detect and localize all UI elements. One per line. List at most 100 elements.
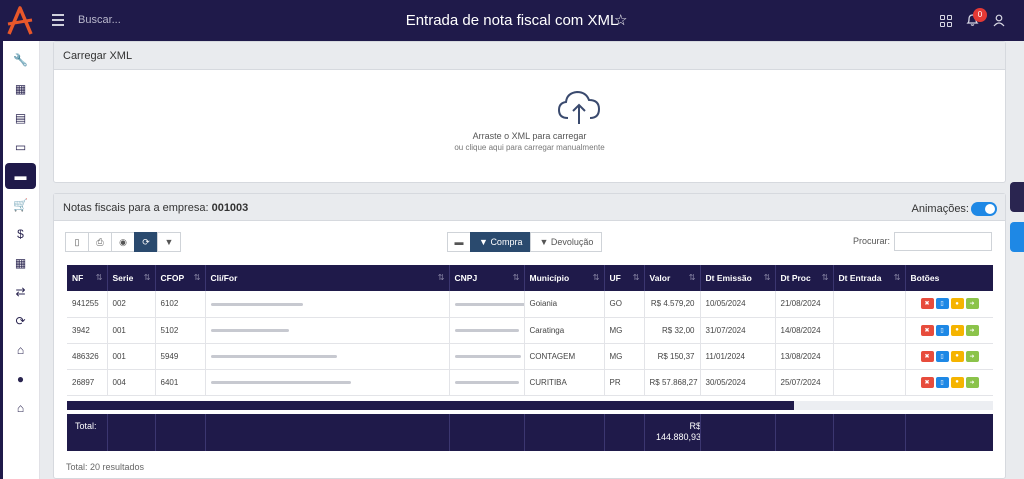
column-header[interactable]: UF ⇅	[604, 265, 645, 291]
user-profile-icon[interactable]	[993, 14, 1005, 27]
sidebar-item-briefcase[interactable]: ▬	[5, 163, 36, 189]
cell-proc: 13/08/2024	[775, 343, 834, 370]
top-bar: Entrada de nota fiscal com XML ☆ 0	[0, 0, 1024, 41]
cell-uf: PR	[604, 369, 645, 396]
refresh-icon: ⟳	[142, 236, 150, 247]
animations-label: Animações:	[911, 203, 969, 215]
sidebar-item-cart[interactable]: 🛒	[5, 192, 36, 218]
cell-entrada	[833, 343, 906, 370]
notes-panel-title: Notas fiscais para a empresa:	[63, 202, 212, 214]
table-row[interactable]: 486326 001 5949 CONTAGEM MG R$ 150,37 11/01/20…	[67, 343, 993, 370]
column-header[interactable]: Cli/For ⇅	[205, 265, 450, 291]
delete-button[interactable]: ✖	[920, 298, 934, 310]
favorite-star-icon[interactable]: ☆	[614, 11, 627, 29]
forward-button[interactable]: ➜	[965, 350, 979, 362]
side-panel-toggle-secondary[interactable]	[1010, 222, 1024, 252]
column-header[interactable]: Dt Entrada ⇅	[833, 265, 906, 291]
sidebar-item-table[interactable]: ▦	[5, 250, 36, 276]
sort-icon: ⇅	[512, 273, 520, 282]
print-button[interactable]: ⎙	[88, 232, 112, 252]
shuffle-icon: ⇄	[15, 285, 26, 299]
refresh-button[interactable]: ⟳	[134, 232, 158, 252]
cell-nf: 3942	[67, 317, 108, 344]
table-row[interactable]: 941255 002 6102 Goiania GO R$ 4.579,20 10/05/2…	[67, 291, 993, 318]
side-panel-toggle[interactable]	[1010, 182, 1024, 212]
column-header[interactable]: NF ⇅	[67, 265, 108, 291]
sort-icon: ⇅	[95, 273, 103, 282]
cell-emissao: 11/01/2024	[700, 343, 776, 370]
sidebar-item-shuffle[interactable]: ⇄	[5, 279, 36, 305]
table-total-row: Total: R$ 144.880,93	[67, 414, 993, 451]
column-header[interactable]: Município ⇅	[524, 265, 605, 291]
forward-button[interactable]: ➜	[965, 324, 979, 336]
cart-icon: 🛒	[13, 198, 28, 212]
table-search-input[interactable]	[894, 232, 992, 251]
document-button[interactable]: ▯	[935, 298, 949, 310]
global-search-input[interactable]	[78, 11, 278, 29]
sidebar: 🔧 ▦ ▤ ▭ ▬ 🛒 $ ▦ ⇄ ⟳ ⌂ ● ⌂	[0, 41, 40, 479]
column-header[interactable]: Valor ⇅	[644, 265, 701, 291]
sidebar-item-home[interactable]: ⌂	[5, 395, 36, 421]
cell-emissao: 31/07/2024	[700, 317, 776, 344]
document-button[interactable]: ▯	[935, 324, 949, 336]
table-horizontal-scrollbar[interactable]	[67, 401, 993, 410]
compra-filter-button[interactable]: ▼ Compra	[470, 232, 532, 252]
truck-button[interactable]: ▬	[447, 232, 471, 252]
delete-button[interactable]: ✖	[920, 350, 934, 362]
column-header[interactable]: CNPJ ⇅	[449, 265, 525, 291]
devolucao-filter-button[interactable]: ▼ Devolução	[530, 232, 603, 252]
filter-button[interactable]: ▼	[157, 232, 181, 252]
sidebar-item-dollar[interactable]: $	[5, 221, 36, 247]
type-filter-group: ▬ ▼ Compra ▼ Devolução	[447, 232, 603, 252]
column-header[interactable]: CFOP ⇅	[155, 265, 206, 291]
home-icon: ⌂	[16, 401, 25, 415]
cell-proc: 14/08/2024	[775, 317, 834, 344]
cell-cnpj	[449, 369, 525, 396]
column-header[interactable]: Dt Emissão ⇅	[700, 265, 776, 291]
sidebar-item-wrench[interactable]: 🔧	[5, 47, 36, 73]
sort-icon: ⇅	[821, 273, 829, 282]
cell-nf: 26897	[67, 369, 108, 396]
cell-actions: ✖ ▯ ● ➜	[905, 343, 993, 370]
cell-cli-for	[205, 317, 450, 344]
forward-button[interactable]: ➜	[965, 376, 979, 388]
dropzone-subtext[interactable]: ou clique aqui para carregar manualmente	[54, 143, 1005, 152]
export-button[interactable]: ▯	[65, 232, 89, 252]
sidebar-item-money[interactable]: ▭	[5, 134, 36, 160]
apps-grid-icon[interactable]	[940, 15, 952, 27]
xml-dropzone[interactable]: Arraste o XML para carregar ou clique aq…	[54, 70, 1005, 182]
view-button[interactable]: ◉	[111, 232, 135, 252]
forward-button[interactable]: ➜	[965, 298, 979, 310]
cell-serie: 001	[107, 317, 156, 344]
column-header[interactable]: Botões	[905, 265, 993, 291]
sidebar-item-user[interactable]: ●	[5, 366, 36, 392]
info-button[interactable]: ●	[950, 376, 964, 388]
sort-icon: ⇅	[437, 273, 445, 282]
sort-icon: ⇅	[632, 273, 640, 282]
table-search-label: Procurar:	[853, 236, 891, 246]
info-button[interactable]: ●	[950, 298, 964, 310]
sidebar-item-basket[interactable]: ⌂	[5, 337, 36, 363]
column-header[interactable]: Dt Proc ⇅	[775, 265, 834, 291]
cloud-upload-icon	[557, 90, 601, 124]
delete-button[interactable]: ✖	[920, 376, 934, 388]
wrench-icon: 🔧	[13, 53, 28, 67]
document-button[interactable]: ▯	[935, 376, 949, 388]
document-button[interactable]: ▯	[935, 350, 949, 362]
page-title: Entrada de nota fiscal com XML	[405, 12, 619, 29]
delete-button[interactable]: ✖	[920, 324, 934, 336]
hamburger-menu-icon[interactable]	[52, 14, 64, 26]
calculator-icon: ▦	[14, 82, 27, 96]
column-header[interactable]: Serie ⇅	[107, 265, 156, 291]
upload-xml-panel: Carregar XML Arraste o XML para carregar…	[53, 41, 1006, 183]
cell-cli-for	[205, 343, 450, 370]
animations-toggle[interactable]	[971, 202, 997, 216]
table-row[interactable]: 26897 004 6401 CURITIBA PR R$ 57.868,27 30/05/…	[67, 369, 993, 396]
sidebar-item-calculator[interactable]: ▦	[5, 76, 36, 102]
app-logo[interactable]	[0, 0, 40, 41]
sidebar-item-book[interactable]: ▤	[5, 105, 36, 131]
info-button[interactable]: ●	[950, 350, 964, 362]
table-row[interactable]: 3942 001 5102 Caratinga MG R$ 32,00 31/07/2024…	[67, 317, 993, 344]
sidebar-item-retweet[interactable]: ⟳	[5, 308, 36, 334]
info-button[interactable]: ●	[950, 324, 964, 336]
